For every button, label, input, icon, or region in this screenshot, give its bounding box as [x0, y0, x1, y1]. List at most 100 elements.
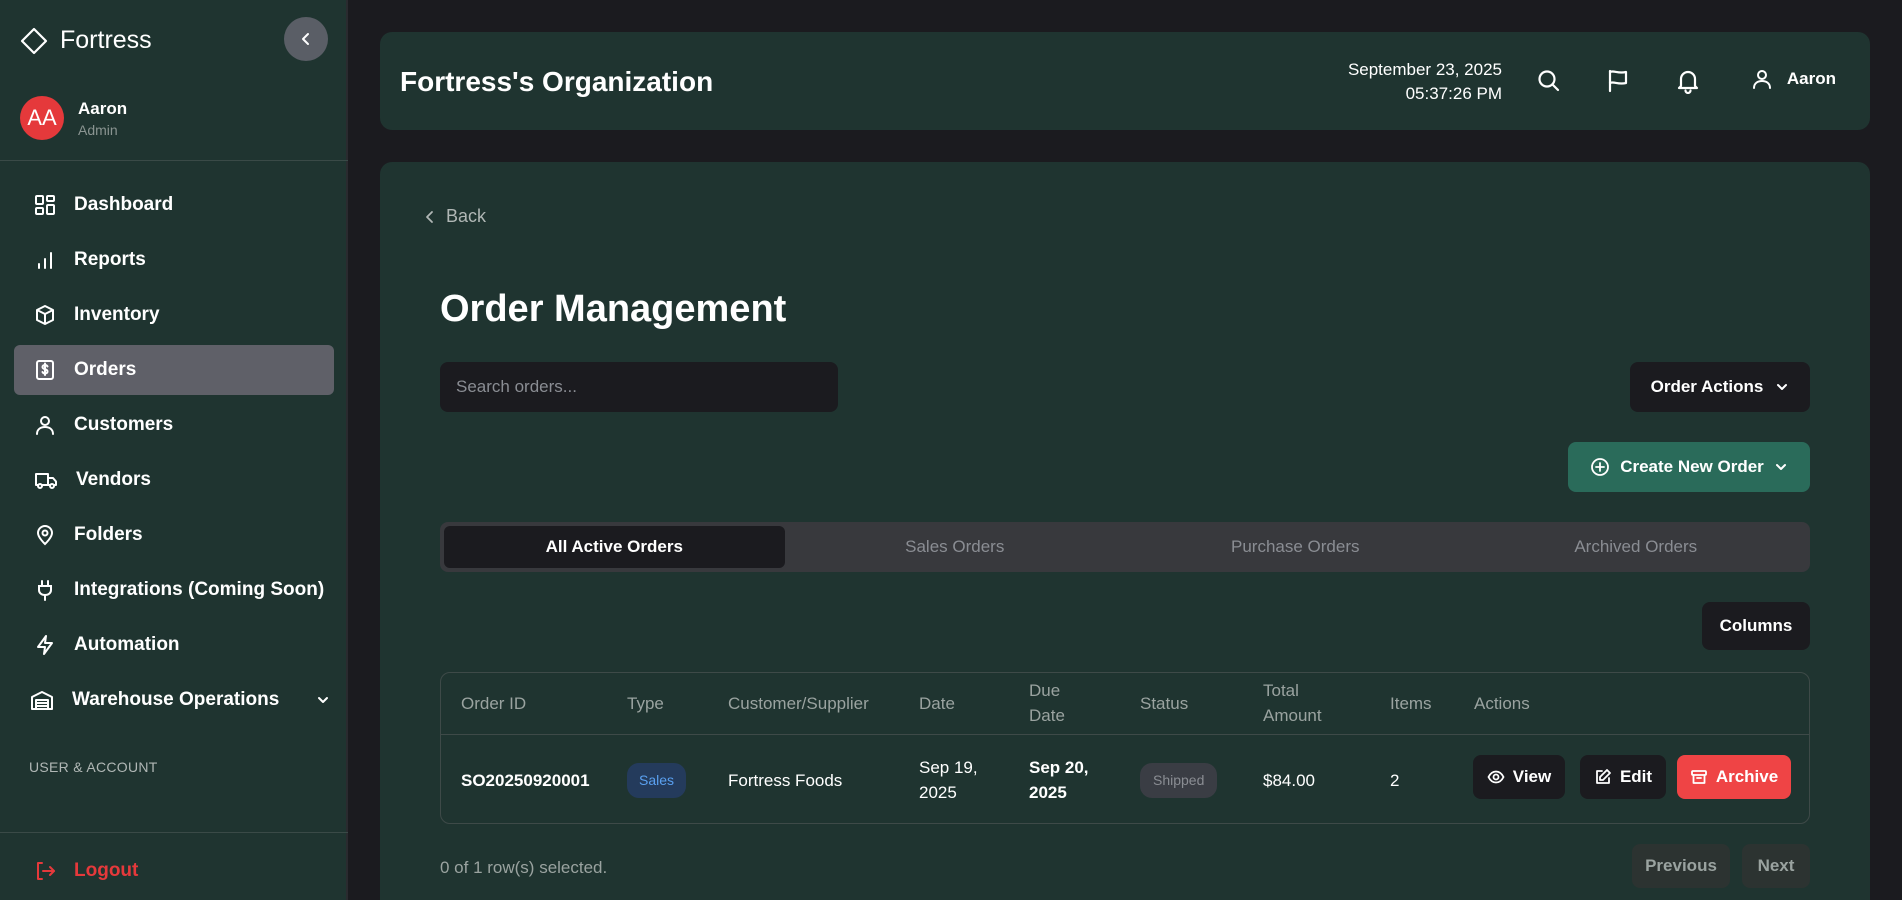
next-page-button[interactable]: Next: [1742, 844, 1810, 888]
sidebar: Fortress AA Aaron Admin Dashboard Report…: [0, 0, 348, 900]
sidebar-item-automation[interactable]: Automation: [14, 620, 334, 670]
divider: [0, 832, 348, 833]
order-actions-label: Order Actions: [1650, 377, 1764, 396]
sidebar-item-reports[interactable]: Reports: [14, 235, 334, 285]
tab-sales-orders[interactable]: Sales Orders: [785, 526, 1126, 568]
logout-button[interactable]: Logout: [34, 860, 138, 882]
column-header-order-id[interactable]: Order ID: [461, 673, 526, 733]
datetime: September 23, 2025 05:37:26 PM: [1348, 58, 1502, 106]
sidebar-item-folders[interactable]: Folders: [14, 510, 334, 560]
sidebar-item-warehouse-operations[interactable]: Warehouse Operations: [14, 675, 334, 725]
sidebar-item-label: Dashboard: [74, 194, 174, 215]
plug-icon: [34, 579, 56, 601]
chevron-down-icon: [1774, 460, 1788, 474]
header-user-name: Aaron: [1786, 69, 1836, 88]
archive-button[interactable]: Archive: [1677, 755, 1791, 799]
plus-circle-icon: [1590, 457, 1610, 477]
tab-archived-orders[interactable]: Archived Orders: [1466, 526, 1807, 568]
status-badge: Shipped: [1140, 762, 1218, 798]
box-icon: [34, 304, 56, 326]
cell-status: Shipped: [1140, 735, 1218, 825]
previous-page-button[interactable]: Previous: [1632, 844, 1730, 888]
sidebar-item-customers[interactable]: Customers: [14, 400, 334, 450]
user-icon: [34, 414, 56, 436]
create-new-order-button[interactable]: Create New Order: [1568, 442, 1810, 492]
eye-icon: [1487, 768, 1505, 786]
cell-date: Sep 19, 2025: [919, 735, 978, 825]
type-badge: Sales: [627, 762, 687, 798]
sidebar-item-label: Inventory: [74, 304, 160, 325]
user-icon: [1751, 68, 1773, 90]
sidebar-item-integrations[interactable]: Integrations (Coming Soon): [14, 565, 334, 615]
lightning-icon: [34, 634, 56, 656]
date-line: Sep 19,: [919, 758, 978, 777]
chevron-down-icon[interactable]: [316, 693, 330, 707]
header-user-menu[interactable]: Aaron: [1751, 68, 1836, 90]
logout-label: Logout: [74, 860, 139, 881]
current-time: 05:37:26 PM: [1405, 84, 1502, 103]
map-pin-icon: [34, 524, 56, 546]
user-role: Admin: [78, 121, 118, 138]
due-date-line: 2025: [1029, 783, 1067, 802]
truck-icon: [34, 469, 58, 491]
back-label: Back: [446, 206, 487, 226]
date-line: 2025: [919, 783, 957, 802]
back-link[interactable]: Back: [424, 206, 486, 227]
sidebar-item-label: Warehouse Operations: [72, 689, 280, 710]
sidebar-user[interactable]: AA Aaron Admin: [20, 96, 127, 140]
sidebar-item-orders[interactable]: Orders: [14, 345, 334, 395]
columns-button[interactable]: Columns: [1702, 602, 1810, 650]
top-header: Fortress's Organization September 23, 20…: [380, 32, 1870, 130]
orders-table: Order ID Type Customer/Supplier Date Due…: [440, 672, 1810, 824]
flag-icon[interactable]: [1605, 68, 1631, 94]
diamond-logo-icon: [20, 27, 48, 55]
due-date-line: Sep 20,: [1029, 758, 1089, 777]
selection-status: 0 of 1 row(s) selected.: [440, 858, 608, 877]
column-header-status[interactable]: Status: [1140, 673, 1188, 733]
sidebar-item-label: Reports: [74, 249, 146, 270]
archive-label: Archive: [1715, 767, 1779, 786]
search-icon[interactable]: [1536, 68, 1562, 94]
bell-icon[interactable]: [1675, 68, 1701, 94]
order-tabs: All Active Orders Sales Orders Purchase …: [440, 522, 1810, 572]
column-header-actions: Actions: [1474, 693, 1530, 713]
sidebar-item-label: Integrations (Coming Soon): [74, 579, 325, 600]
warehouse-icon: [30, 689, 54, 711]
tab-all-active-orders[interactable]: All Active Orders: [444, 526, 785, 568]
view-button[interactable]: View: [1473, 755, 1565, 799]
sidebar-item-label: Customers: [74, 414, 174, 435]
column-header-items[interactable]: Items: [1390, 673, 1432, 733]
column-header-due-date[interactable]: Due Date: [1029, 673, 1065, 733]
sidebar-item-dashboard[interactable]: Dashboard: [14, 180, 334, 230]
dashboard-icon: [34, 194, 56, 216]
avatar: AA: [20, 96, 64, 140]
column-header-type[interactable]: Type: [627, 673, 664, 733]
column-header-customer-supplier[interactable]: Customer/Supplier: [728, 673, 869, 733]
main-panel: Back Order Management Order Actions Crea…: [380, 162, 1870, 900]
due-date-header-line: Due: [1029, 681, 1061, 700]
sidebar-item-label: Orders: [74, 359, 137, 380]
sidebar-item-vendors[interactable]: Vendors: [14, 455, 334, 505]
cell-type: Sales: [627, 735, 687, 825]
tab-purchase-orders[interactable]: Purchase Orders: [1125, 526, 1466, 568]
edit-label: Edit: [1619, 767, 1653, 786]
bar-chart-icon: [34, 249, 56, 271]
cell-customer: Fortress Foods: [728, 770, 843, 790]
column-header-date[interactable]: Date: [919, 673, 955, 733]
chevron-down-icon: [1775, 380, 1789, 394]
user-name: Aaron: [78, 98, 128, 118]
sidebar-item-inventory[interactable]: Inventory: [14, 290, 334, 340]
collapse-sidebar-button[interactable]: [284, 17, 328, 61]
edit-button[interactable]: Edit: [1580, 755, 1666, 799]
create-order-label: Create New Order: [1620, 457, 1764, 476]
page-title: Order Management: [440, 288, 787, 330]
total-amount-header-line: Total: [1263, 681, 1299, 700]
column-header-total-amount[interactable]: Total Amount: [1263, 673, 1322, 733]
search-input[interactable]: [440, 362, 838, 412]
brand[interactable]: Fortress: [20, 26, 152, 55]
org-title: Fortress's Organization: [400, 66, 714, 97]
sidebar-item-label: Automation: [74, 634, 180, 655]
sidebar-item-label: Vendors: [76, 469, 151, 490]
edit-icon: [1594, 768, 1612, 786]
order-actions-button[interactable]: Order Actions: [1630, 362, 1810, 412]
